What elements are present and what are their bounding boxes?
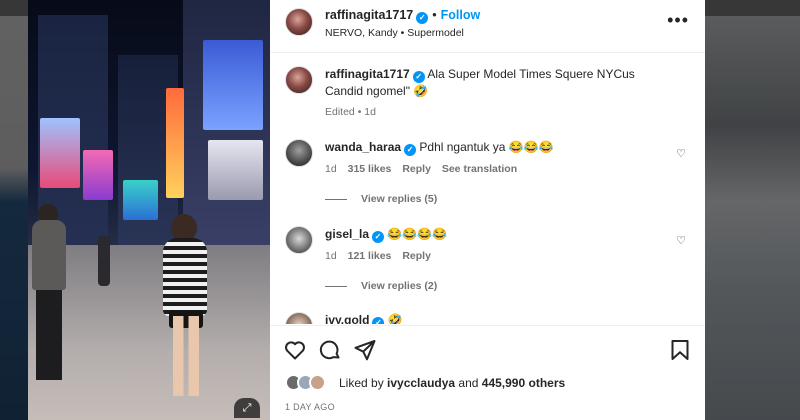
photo-pedestrian [32,220,66,290]
comment-text: Pdhl ngantuk ya 😂😂😂 [419,140,554,154]
post-modal: ⤢ raffinagita1717 ✓ • Follow NERVO, Kandy •… [28,0,705,420]
reply-button[interactable]: Reply [402,250,431,262]
likes-prefix: Liked by [339,376,388,390]
post-details-panel: raffinagita1717 ✓ • Follow NERVO, Kandy • S… [270,0,705,420]
photo-billboard [123,180,158,220]
comment-text: 😂😂😂😂 [387,227,448,241]
comment-like-heart-icon[interactable]: ♡ [676,147,686,160]
photo-subject [173,316,199,396]
author-avatar[interactable] [285,8,313,36]
caption-meta: Edited • 1d [325,106,376,118]
media-tag-icon[interactable]: ⤢ [234,398,260,418]
likes-text: Liked by ivycclaudya and 445,990 others [339,376,565,390]
liker-avatar[interactable] [309,374,326,391]
photo-pedestrian [36,290,62,380]
comment-username[interactable]: ivy.gold [325,313,369,324]
author-username[interactable]: raffinagita1717 [325,8,413,22]
comment-meta: 1d 315 likes Reply See translation [325,163,525,175]
replies-line [325,198,347,200]
comment-text-block: wanda_haraa ✓ Pdhl ngantuk ya 😂😂😂 [325,139,665,156]
see-translation-button[interactable]: See translation [442,163,517,175]
comment-text: 🤣 [387,313,403,324]
photo-pedestrian [98,236,110,286]
commenter-avatar[interactable] [285,139,313,167]
verified-icon: ✓ [372,231,385,243]
view-replies-label: View replies (2) [361,280,438,292]
comment-text-block: ivy.gold ✓ 🤣 [325,312,665,324]
likes-count[interactable]: 445,990 others [482,376,565,390]
photo-billboard [83,150,113,200]
view-replies-button[interactable]: View replies (5) [325,193,437,205]
verified-icon: ✓ [412,71,425,83]
verified-icon: ✓ [372,317,385,324]
post-actions: Liked by ivycclaudya and 445,990 others … [270,325,705,420]
comment-text-block: gisel_la ✓ 😂😂😂😂 [325,226,665,243]
author-avatar[interactable] [285,66,313,94]
comment-likes[interactable]: 315 likes [348,163,392,175]
heart-icon[interactable] [283,338,307,362]
commenter-avatar[interactable] [285,226,313,254]
liker-username[interactable]: ivycclaudya [387,376,455,390]
comment-icon[interactable] [318,338,342,362]
caption-username[interactable]: raffinagita1717 [325,67,410,81]
comment-likes[interactable]: 121 likes [348,250,392,262]
comments-section[interactable]: raffinagita1717 ✓ Ala Super Model Times S… [270,54,705,324]
reply-button[interactable]: Reply [402,163,431,175]
follow-button[interactable]: Follow [441,8,481,22]
replies-line [325,285,347,287]
share-icon[interactable] [353,338,377,362]
verified-icon: ✓ [404,144,417,156]
comment-username[interactable]: gisel_la [325,227,369,241]
photo-billboard [203,40,263,130]
commenter-avatar[interactable] [285,312,313,324]
verified-icon: ✓ [416,12,429,24]
bookmark-icon[interactable] [668,338,692,362]
post-media[interactable]: ⤢ [28,0,270,420]
comment-username[interactable]: wanda_haraa [325,140,401,154]
post-location[interactable]: NERVO, Kandy • Supermodel [325,27,464,39]
photo-billboard [166,88,184,198]
comment-like-heart-icon[interactable]: ♡ [676,234,686,247]
post-time-ago[interactable]: 1 DAY AGO [285,402,335,412]
photo-billboard [208,140,263,200]
author-line: raffinagita1717 ✓ • Follow [325,8,480,24]
view-replies-button[interactable]: View replies (2) [325,280,437,292]
post-header: raffinagita1717 ✓ • Follow NERVO, Kandy • S… [270,0,705,53]
photo-billboard [40,118,80,188]
caption-text-block: raffinagita1717 ✓ Ala Super Model Times S… [325,66,665,100]
photo-subject [163,238,207,316]
more-icon[interactable]: ••• [667,11,689,29]
comment-meta: 1d 121 likes Reply [325,250,439,262]
separator-dot: • [432,8,437,22]
comment-time: 1d [325,163,337,175]
likes-middle: and [455,376,482,390]
comment-time: 1d [325,250,337,262]
view-replies-label: View replies (5) [361,193,438,205]
